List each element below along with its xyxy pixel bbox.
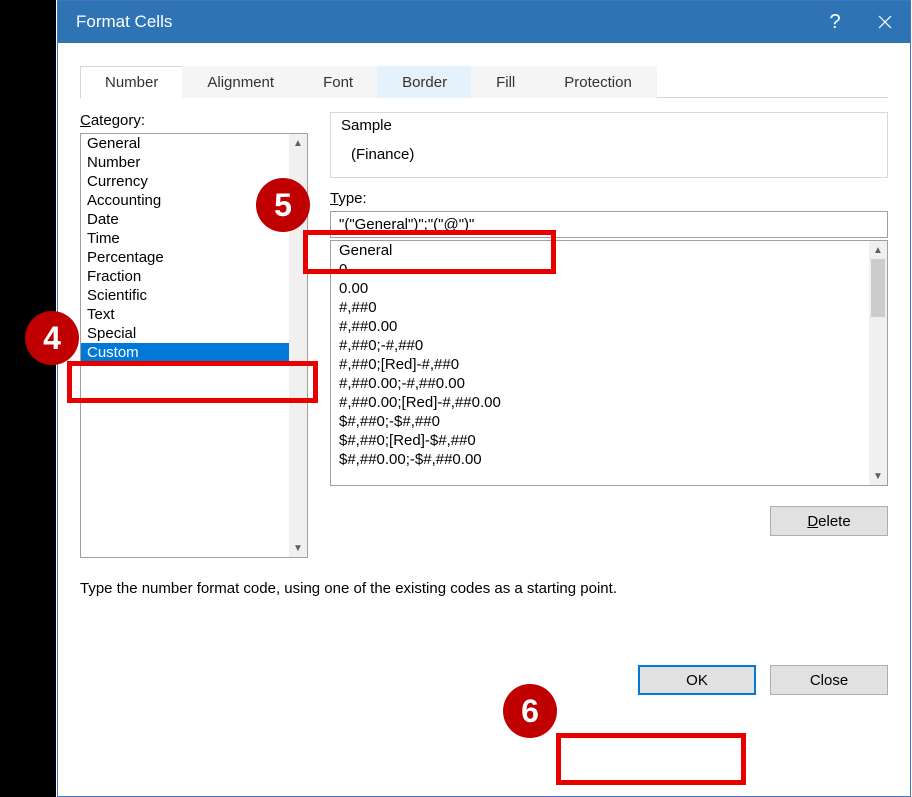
format-cells-dialog: Format Cells ? Number Alignment Font Bor… bbox=[57, 0, 911, 797]
category-label: Category: bbox=[80, 112, 308, 129]
delete-button[interactable]: Delete bbox=[770, 506, 888, 536]
scroll-track[interactable] bbox=[869, 259, 887, 467]
category-item-text[interactable]: Text bbox=[81, 305, 289, 324]
category-item-time[interactable]: Time bbox=[81, 229, 289, 248]
format-item[interactable]: $#,##0.00;-$#,##0.00 bbox=[331, 450, 869, 469]
help-button[interactable]: ? bbox=[810, 1, 860, 43]
format-item[interactable]: #,##0.00;-#,##0.00 bbox=[331, 374, 869, 393]
delete-row: Delete bbox=[330, 506, 888, 536]
category-item-date[interactable]: Date bbox=[81, 210, 289, 229]
format-list-items: General 0 0.00 #,##0 #,##0.00 #,##0;-#,#… bbox=[331, 241, 869, 485]
scroll-track[interactable] bbox=[289, 152, 307, 539]
format-item[interactable]: 0.00 bbox=[331, 279, 869, 298]
sample-value: (Finance) bbox=[341, 146, 877, 163]
details-column: Sample (Finance) Type: General 0 0.00 #,… bbox=[330, 112, 888, 558]
format-scrollbar[interactable]: ▲ ▼ bbox=[869, 241, 887, 485]
tab-border[interactable]: Border bbox=[377, 66, 472, 98]
format-list[interactable]: General 0 0.00 #,##0 #,##0.00 #,##0;-#,#… bbox=[330, 240, 888, 486]
tab-font[interactable]: Font bbox=[298, 66, 378, 98]
close-button[interactable]: Close bbox=[770, 665, 888, 695]
help-text: Type the number format code, using one o… bbox=[80, 580, 888, 597]
tab-fill[interactable]: Fill bbox=[471, 66, 540, 98]
scroll-up-icon[interactable]: ▲ bbox=[869, 241, 887, 259]
left-black-margin bbox=[0, 0, 56, 797]
format-item[interactable]: #,##0.00 bbox=[331, 317, 869, 336]
type-input[interactable] bbox=[330, 211, 888, 238]
format-item[interactable]: 0 bbox=[331, 260, 869, 279]
dialog-content: Number Alignment Font Border Fill Protec… bbox=[58, 43, 910, 607]
category-items: General Number Currency Accounting Date … bbox=[81, 134, 289, 557]
scroll-down-icon[interactable]: ▼ bbox=[289, 539, 307, 557]
category-item-currency[interactable]: Currency bbox=[81, 172, 289, 191]
scroll-up-icon[interactable]: ▲ bbox=[289, 134, 307, 152]
category-scrollbar[interactable]: ▲ ▼ bbox=[289, 134, 307, 557]
format-item[interactable]: #,##0;-#,##0 bbox=[331, 336, 869, 355]
category-item-percentage[interactable]: Percentage bbox=[81, 248, 289, 267]
tab-protection[interactable]: Protection bbox=[539, 66, 657, 98]
category-item-accounting[interactable]: Accounting bbox=[81, 191, 289, 210]
sample-label: Sample bbox=[341, 117, 877, 134]
category-item-special[interactable]: Special bbox=[81, 324, 289, 343]
format-item[interactable]: #,##0 bbox=[331, 298, 869, 317]
category-item-number[interactable]: Number bbox=[81, 153, 289, 172]
category-item-scientific[interactable]: Scientific bbox=[81, 286, 289, 305]
category-item-general[interactable]: General bbox=[81, 134, 289, 153]
number-tab-body: Category: General Number Currency Accoun… bbox=[80, 98, 888, 558]
scroll-down-icon[interactable]: ▼ bbox=[869, 467, 887, 485]
tabs: Number Alignment Font Border Fill Protec… bbox=[80, 65, 888, 98]
sample-box: Sample (Finance) bbox=[330, 112, 888, 178]
titlebar: Format Cells ? bbox=[58, 1, 910, 43]
category-listbox[interactable]: General Number Currency Accounting Date … bbox=[80, 133, 308, 558]
close-icon bbox=[878, 15, 892, 29]
tab-alignment[interactable]: Alignment bbox=[182, 66, 299, 98]
footer: OK Close bbox=[58, 665, 910, 713]
format-item[interactable]: $#,##0;-$#,##0 bbox=[331, 412, 869, 431]
category-item-fraction[interactable]: Fraction bbox=[81, 267, 289, 286]
dialog-title: Format Cells bbox=[76, 12, 810, 32]
type-label: Type: bbox=[330, 190, 888, 207]
tab-number[interactable]: Number bbox=[80, 66, 183, 98]
scroll-thumb[interactable] bbox=[871, 259, 885, 317]
format-item[interactable]: $#,##0;[Red]-$#,##0 bbox=[331, 431, 869, 450]
format-item[interactable]: #,##0;[Red]-#,##0 bbox=[331, 355, 869, 374]
format-item[interactable]: General bbox=[331, 241, 869, 260]
category-item-custom[interactable]: Custom bbox=[81, 343, 289, 362]
close-window-button[interactable] bbox=[860, 1, 910, 43]
category-column: Category: General Number Currency Accoun… bbox=[80, 112, 308, 558]
ok-button[interactable]: OK bbox=[638, 665, 756, 695]
format-item[interactable]: #,##0.00;[Red]-#,##0.00 bbox=[331, 393, 869, 412]
